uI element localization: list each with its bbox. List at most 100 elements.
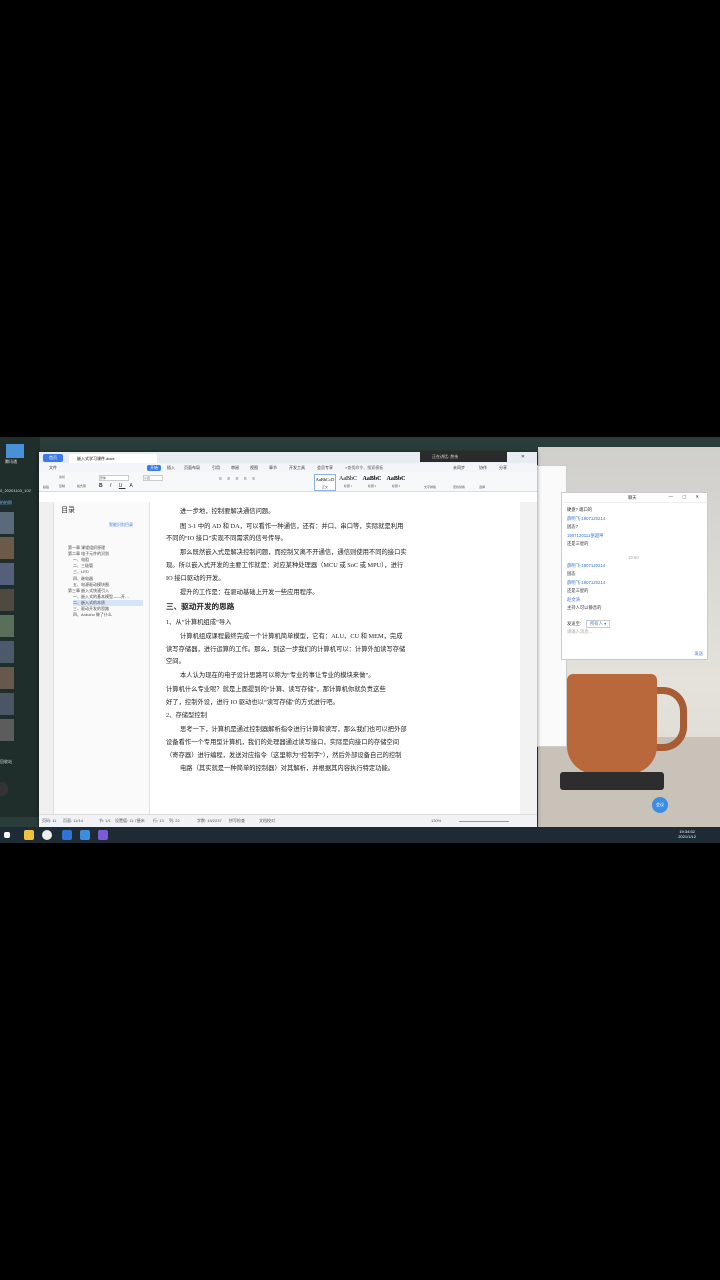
style-normal[interactable]: AaBbCcD 正文 [314,474,336,491]
menu-devtools[interactable]: 开发工具 [289,465,305,471]
chat-sender: 赵文涛 [567,597,580,602]
chat-sender: 薛明飞-1907120214 [567,516,606,521]
toc-item[interactable]: 五、电源驱动模块图 [73,582,143,588]
menu-member[interactable]: 会员专享 [317,465,333,471]
status-section: 节: 1/1 [99,818,111,823]
taskbar-clock[interactable]: 19:34:52 2021/1/12 [678,829,696,839]
wallpaper-mug [567,674,657,774]
doc-proofread[interactable]: 文档校对 [259,818,275,824]
status-words[interactable]: 字数: 15/2237 [197,818,222,824]
menu-view[interactable]: 视图 [250,465,258,471]
toc-rail [39,502,54,815]
wps-taskbar-icon[interactable] [98,830,108,840]
menu-bar: 文件 开始 插入 页面布局 引用 审阅 视图 章节 开发工具 会员专享 ⌕查找命… [39,463,537,472]
text-layout-button[interactable]: 文字排版 [424,485,436,489]
copy-button[interactable]: 复制 [59,484,65,488]
sync-status[interactable]: 未同步 [453,465,465,471]
menu-layout[interactable]: 页面布局 [184,465,200,471]
smart-toc-button[interactable]: 智能识别目录 [109,522,133,528]
share-button[interactable]: 分享 [499,465,507,471]
command-search-text: 查找命令、搜索模板 [347,465,384,470]
cut-button[interactable]: 剪切 [59,475,65,479]
toc-item[interactable]: 二、三极管 [73,563,143,569]
menu-start[interactable]: 开始 [147,465,161,471]
style-label: 正文 [321,485,328,489]
document-tab[interactable]: 嵌入式学习课件.docx [69,454,157,463]
doc-line: 电路（其实就是一种简单的控制器）对其解析，并根据其内容执行特定功能。 [180,765,395,772]
meeting-float-label: 会议 [656,802,664,807]
collab-button[interactable]: 协作 [479,465,487,471]
desktop-thumbnail[interactable] [0,512,14,534]
font-size-select[interactable]: 小四 [143,475,163,481]
wallpaper-coaster [560,772,664,790]
wallpaper-mug-handle [652,687,687,751]
toc-item[interactable]: 二、嵌入式的本质 [73,599,143,606]
chat-sender: 薛明飞-1907120214 [567,580,606,585]
toc-item[interactable]: 四、继电器 [73,576,143,582]
toc-item[interactable]: 第三章 嵌入式快速引入 [68,588,144,594]
recycle-bin-label: 回收站 [0,759,12,764]
desktop-thumbnail[interactable] [0,589,14,611]
doc-line: 进一步地，控制要解决通信问题。 [180,508,275,515]
desktop-thumbnail[interactable] [0,693,14,715]
chat-message: 还是三星的 [567,541,589,546]
style-heading2[interactable]: AaBbC 标题 2 [362,474,382,489]
font-name-select[interactable]: 宋体 [99,475,129,481]
desktop-thumbnail[interactable] [0,667,14,689]
desktop-thumbnail[interactable] [0,537,14,559]
style-heading1[interactable]: AaBbC 标题 1 [338,474,358,489]
doc-line: 图 3-1 中的 AD 和 DA，可以看作一种通信，还有：并口、串口等，实际就是… [180,523,404,530]
paste-button[interactable]: 粘贴 [43,485,49,489]
command-search[interactable]: ⌕查找命令、搜索模板 [345,465,383,471]
windows-start-icon[interactable] [4,832,10,838]
menu-chapter[interactable]: 章节 [269,465,277,471]
doc-line: 思考一下，计算机是通过控制器解析指令进行计算和读写，那么我们也可以把外部 [180,726,407,733]
status-bar: 页码: 11 页面: 11/14 节: 1/1 设置值: 11.7厘米 行: 1… [39,814,537,827]
format-painter-button[interactable]: 格式刷 [77,484,86,488]
send-to-select[interactable]: 所有人 ▾ [586,620,611,628]
zoom-slider[interactable] [459,821,509,822]
style-heading3[interactable]: AaBbC 标题 3 [386,474,406,489]
chat-window-controls[interactable]: — ▢ ✕ [669,494,703,500]
browser-icon[interactable] [42,830,52,840]
clock-date: 2021/1/12 [678,834,696,839]
toc-item[interactable]: 一、嵌入式的基本模型——开… [73,594,143,600]
home-tab[interactable]: 首页 [43,454,63,462]
send-to-label: 发送至: [567,621,582,626]
chat-sender: 1907120112张超坤 [567,533,604,538]
toc-item[interactable]: 四、Arduino 做了什么 [73,612,143,618]
zoom-level[interactable]: 130% [431,818,441,823]
spell-check[interactable]: 拼写检查 [229,818,245,824]
select-button[interactable]: 选择 [479,485,485,489]
desktop-icon-label: 腾讯通 [5,459,17,464]
tencent-app-icon[interactable] [6,444,24,458]
desktop-thumbnail[interactable] [0,719,14,741]
menu-insert[interactable]: 插入 [167,465,175,471]
toc-title: 目录 [61,507,75,514]
desktop-thumbnail[interactable] [0,641,14,663]
find-replace-button[interactable]: 查找替换 [453,485,465,489]
chat-message: 还是三星的 [567,588,589,593]
chat-message: 硬盘? 端口的 [567,507,593,512]
doc-line: 现。所以嵌入式开发的主要工作就是：对应某种处理器（MCU 或 SoC 或 MPU… [166,562,404,569]
chat-timestamp: 19:50 [628,555,639,560]
doc-line: 1、从“计算机组成”导入 [166,619,232,626]
menu-review[interactable]: 审阅 [231,465,239,471]
menu-file[interactable]: 文件 [49,465,57,471]
font-format-buttons[interactable]: B I U A [99,483,136,489]
status-pages: 页面: 11/14 [63,818,83,823]
paragraph-buttons[interactable]: ≡ ≡ ≡ ≡ ≡ [219,476,257,482]
menu-reference[interactable]: 引用 [212,465,220,471]
chat-app-icon[interactable] [80,830,90,840]
send-button[interactable]: 发送 [694,651,703,657]
desktop-link-label[interactable]: 拍拍照 [0,500,12,506]
section-heading: 三、驱动开发的思路 [166,602,235,611]
desktop-thumbnail[interactable] [0,615,14,637]
desktop-thumbnail[interactable] [0,563,14,585]
toc-item[interactable]: 三、LED [73,569,143,575]
meeting-app-icon[interactable] [62,830,72,840]
meeting-float-button[interactable]: 会议 [652,797,668,813]
file-explorer-icon[interactable] [24,830,34,840]
doc-line: IO 接口驱动的开发。 [166,575,225,582]
chat-input[interactable]: 请输入消息... [567,629,592,635]
